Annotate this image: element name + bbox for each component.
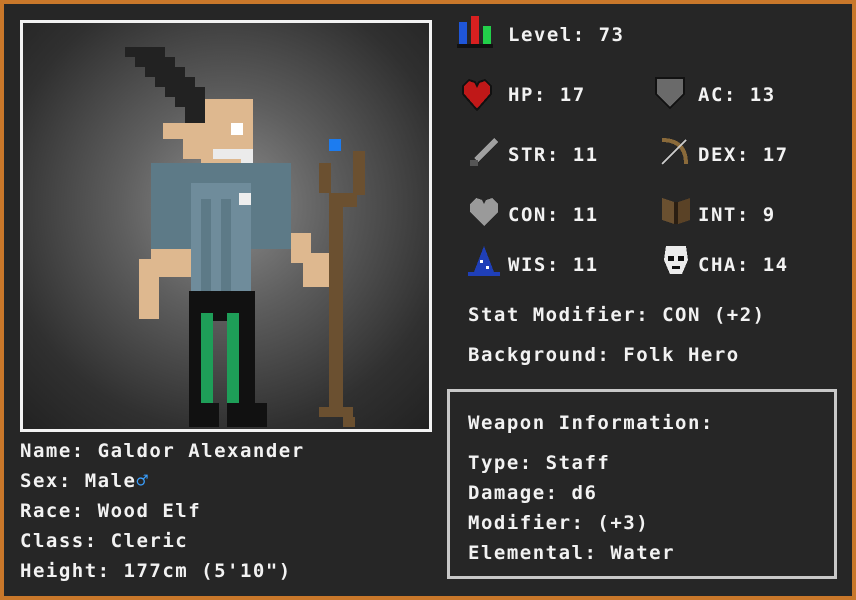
cha-stat: CHA: 14 [698,254,789,276]
hp-stat: HP: 17 [508,84,586,106]
character-sheet: Name: Galdor Alexander Sex: Male♂ Race: … [0,0,856,600]
sex-row: Sex: Male♂ [20,470,149,492]
class-line: Class: Cleric [20,530,189,552]
str-stat: STR: 11 [508,144,599,166]
shield-icon [655,77,685,110]
sex-line: Sex: Male [20,470,137,492]
height-line: Height: 177cm (5'10") [20,560,292,582]
mask-icon [664,246,688,274]
character-portrait [20,20,432,432]
weapon-info-panel: Weapon Information: Type: Staff Damage: … [447,389,837,579]
weapon-damage: Damage: d6 [468,482,598,504]
weapon-modifier: Modifier: (+3) [468,512,650,534]
con-stat: CON: 11 [508,204,599,226]
heart-icon [462,78,492,112]
book-icon [662,198,690,224]
wis-stat: WIS: 11 [508,254,599,276]
background-line: Background: Folk Hero [468,344,740,366]
ac-stat: AC: 13 [698,84,776,106]
wizard-sprite [125,47,365,427]
race-line: Race: Wood Elf [20,500,202,522]
weapon-elemental: Elemental: Water [468,542,676,564]
stat-modifier: Stat Modifier: CON (+2) [468,304,766,326]
wizard-hat-icon [468,246,500,276]
level-stat: Level: 73 [508,24,625,46]
level-bars-icon [457,16,493,48]
name-line: Name: Galdor Alexander [20,440,305,462]
weapon-heading: Weapon Information: [468,412,714,434]
grey-heart-icon [470,198,498,226]
int-stat: INT: 9 [698,204,776,226]
sword-icon [470,138,498,166]
male-symbol-icon: ♂ [136,470,150,492]
weapon-type: Type: Staff [468,452,611,474]
dex-stat: DEX: 17 [698,144,789,166]
bow-icon [661,138,688,165]
